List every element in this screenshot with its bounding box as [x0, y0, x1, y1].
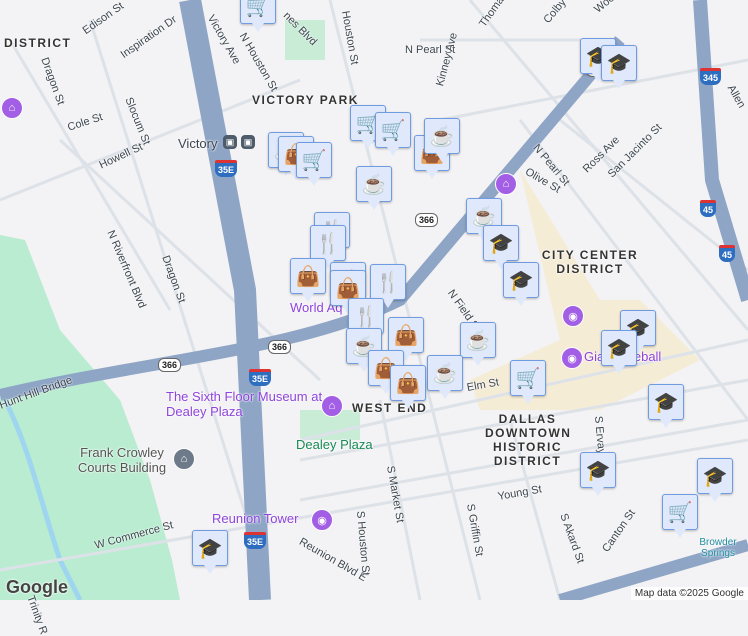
coffee-marker[interactable]: ☕ — [356, 166, 392, 210]
cart-marker[interactable]: 🛒 — [240, 0, 276, 32]
route-366-shield: 366 — [415, 213, 439, 227]
graduation-cap-marker[interactable]: 🎓 — [503, 262, 539, 306]
i35e-shield: 35E — [215, 160, 238, 177]
graduation-cap-marker[interactable]: 🎓 — [192, 530, 228, 574]
utensils-icon: 🍴 — [353, 305, 379, 328]
graduation-cap-marker[interactable]: 🎓 — [601, 330, 637, 374]
utensils-icon: 🍴 — [315, 232, 341, 255]
utensils-icon: 🍴 — [375, 271, 401, 294]
coffee-marker[interactable]: ☕ — [424, 118, 460, 162]
coffee-icon: ☕ — [465, 329, 491, 352]
coffee-icon: ☕ — [429, 125, 455, 148]
i35e-shield: 35E — [244, 532, 267, 549]
coffee-marker[interactable]: ☕ — [427, 355, 463, 399]
graduation-cap-marker[interactable]: 🎓 — [483, 225, 519, 269]
museum-icon[interactable]: ⌂ — [321, 395, 343, 417]
dealey-plaza-label[interactable]: Dealey Plaza — [296, 437, 373, 452]
camera-icon[interactable]: ◉ — [311, 509, 333, 531]
victory-park-label: VICTORY PARK — [252, 93, 359, 107]
sixth-floor-museum-label[interactable]: The Sixth Floor Museum at Dealey Plaza — [166, 389, 326, 419]
cart-icon: 🛒 — [245, 0, 271, 18]
coffee-icon: ☕ — [432, 362, 458, 385]
bag-icon: 👜 — [395, 372, 421, 395]
graduation-cap-marker[interactable]: 🎓 — [648, 384, 684, 428]
coffee-icon: ☕ — [361, 173, 387, 196]
bag-icon: 👜 — [335, 277, 361, 300]
graduation-cap-icon: 🎓 — [606, 337, 632, 360]
browder-springs-label[interactable]: Browder Springs — [693, 537, 743, 559]
cart-icon: 🛒 — [667, 501, 693, 524]
street-label: Trinity R — [24, 593, 50, 636]
city-center-label: CITY CENTER DISTRICT — [541, 248, 639, 276]
i45-shield: 45 — [700, 200, 717, 217]
utensils-marker[interactable]: 🍴 — [310, 225, 346, 269]
graduation-cap-icon: 🎓 — [488, 232, 514, 255]
i345-shield: 345 — [700, 68, 722, 85]
graduation-cap-icon: 🎓 — [585, 459, 611, 482]
cart-icon: 🛒 — [515, 367, 541, 390]
i45-shield: 45 — [719, 245, 736, 262]
bag-icon: 👜 — [393, 324, 419, 347]
graduation-cap-marker[interactable]: 🎓 — [697, 458, 733, 502]
graduation-cap-icon: 🎓 — [197, 537, 223, 560]
reunion-tower-label[interactable]: Reunion Tower — [212, 511, 298, 526]
graduation-cap-marker[interactable]: 🎓 — [601, 45, 637, 89]
graduation-cap-marker[interactable]: 🎓 — [580, 452, 616, 496]
bag-icon: 👜 — [295, 265, 321, 288]
graduation-cap-icon: 🎓 — [653, 391, 679, 414]
route-366-shield: 366 — [268, 340, 292, 354]
cart-icon: 🛒 — [301, 149, 327, 172]
bag-marker[interactable]: 👜 — [290, 258, 326, 302]
bag-marker[interactable]: 👜 — [388, 317, 424, 361]
map-attribution[interactable]: Map data ©2025 Google — [630, 587, 748, 600]
route-366-shield: 366 — [158, 358, 182, 372]
tram-icon[interactable]: ▣ — [241, 135, 255, 149]
cart-marker[interactable]: 🛒 — [662, 494, 698, 538]
graduation-cap-icon: 🎓 — [508, 269, 534, 292]
courts-building-label[interactable]: Frank Crowley Courts Building — [72, 445, 172, 475]
bag-marker[interactable]: 👜 — [390, 365, 426, 409]
utensils-marker[interactable]: 🍴 — [370, 264, 406, 308]
graduation-cap-icon: 🎓 — [606, 52, 632, 75]
museum-icon[interactable]: ⌂ — [495, 173, 517, 195]
cart-marker[interactable]: 🛒 — [296, 142, 332, 186]
courthouse-icon[interactable]: ⌂ — [173, 448, 195, 470]
cart-marker[interactable]: 🛒 — [375, 112, 411, 156]
cart-icon: 🛒 — [380, 119, 406, 142]
camera-icon[interactable]: ◉ — [561, 347, 583, 369]
museum-icon[interactable]: ⌂ — [1, 97, 23, 119]
coffee-marker[interactable]: ☕ — [460, 322, 496, 366]
train-icon[interactable]: ▣ — [223, 135, 237, 149]
victory-station-label[interactable]: Victory — [178, 136, 218, 151]
i35e-shield: 35E — [249, 369, 272, 386]
district-label: DISTRICT — [4, 36, 72, 50]
camera-icon[interactable]: ◉ — [562, 305, 584, 327]
graduation-cap-icon: 🎓 — [702, 465, 728, 488]
downtown-historic-label: DALLAS DOWNTOWN HISTORIC DISTRICT — [485, 412, 572, 468]
google-logo: Google — [6, 577, 68, 597]
west-end-label: WEST END — [352, 401, 428, 415]
trinity-park-area — [0, 235, 180, 600]
cart-marker[interactable]: 🛒 — [510, 360, 546, 404]
